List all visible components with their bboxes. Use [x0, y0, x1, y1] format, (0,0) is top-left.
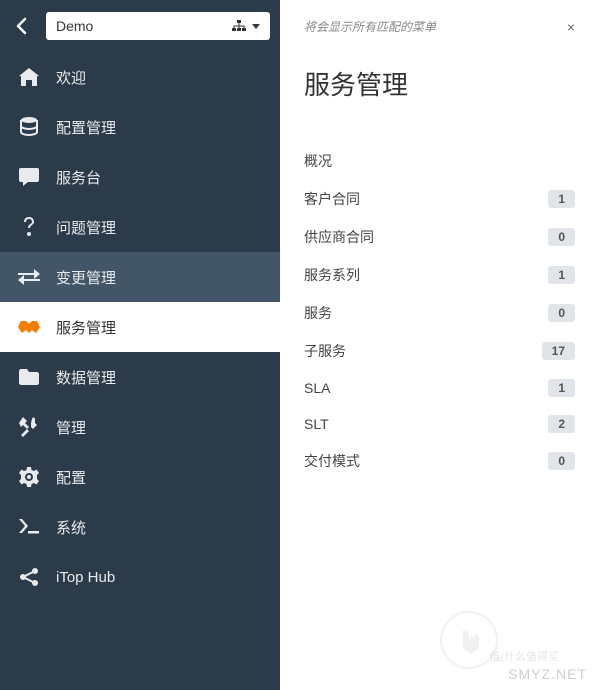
sidebar-item-label: 欢迎 — [56, 67, 86, 88]
count-badge: 1 — [548, 266, 575, 284]
link-row[interactable]: 供应商合同 0 — [304, 218, 575, 256]
count-badge: 0 — [548, 452, 575, 470]
database-icon — [18, 116, 40, 138]
sidebar-item-label: 配置管理 — [56, 117, 116, 138]
link-row[interactable]: 服务 0 — [304, 294, 575, 332]
link-label: SLA — [304, 380, 330, 396]
back-button[interactable] — [8, 12, 36, 40]
chevron-left-icon — [15, 17, 29, 35]
caret-down-icon — [252, 24, 260, 29]
link-label: 子服务 — [304, 341, 346, 361]
hierarchy-icon — [232, 20, 246, 32]
count-badge: 0 — [548, 228, 575, 246]
sidebar-menu: 欢迎配置管理服务台问题管理变更管理服务管理数据管理管理配置系统 iTop Hub — [0, 52, 280, 690]
sidebar-item-label: 服务管理 — [56, 317, 116, 338]
sidebar-item-label: 问题管理 — [56, 217, 116, 238]
link-label: 服务系列 — [304, 265, 360, 285]
count-badge: 0 — [548, 304, 575, 322]
link-row[interactable]: 子服务 17 — [304, 332, 575, 370]
link-row[interactable]: 交付模式 0 — [304, 442, 575, 480]
sidebar-item-label: 服务台 — [56, 167, 101, 188]
organization-value: Demo — [56, 18, 93, 34]
link-label: 客户合同 — [304, 189, 360, 209]
count-badge: 17 — [542, 342, 575, 360]
main-panel: 将会显示所有匹配的菜单 × 服务管理 概况客户合同 1 供应商合同 0 服务系列 1 服务 0… — [280, 0, 599, 690]
count-badge: 2 — [548, 415, 575, 433]
sidebar: Demo 欢迎配置管理服务台问题管理变更管理服务管理数据管理管理配置系统 iTop… — [0, 0, 280, 690]
count-badge: 1 — [548, 379, 575, 397]
sidebar-item-hub[interactable]: iTop Hub — [0, 552, 280, 602]
tools-icon — [18, 416, 40, 438]
sidebar-item-label: iTop Hub — [56, 569, 115, 586]
sidebar-item-label: 数据管理 — [56, 367, 116, 388]
sidebar-item-config[interactable]: 配置管理 — [0, 102, 280, 152]
terminal-icon — [18, 516, 40, 538]
link-row[interactable]: SLT 2 — [304, 406, 575, 442]
sidebar-item-service[interactable]: 服务管理 — [0, 302, 280, 352]
sidebar-item-settings[interactable]: 配置 — [0, 452, 280, 502]
watermark: SMYZ.NET — [508, 666, 587, 682]
hint-bar: 将会显示所有匹配的菜单 × — [304, 18, 575, 35]
sidebar-item-problem[interactable]: 问题管理 — [0, 202, 280, 252]
count-badge: 1 — [548, 190, 575, 208]
home-icon — [18, 66, 40, 88]
close-button[interactable]: × — [567, 19, 575, 35]
gear-icon — [18, 466, 40, 488]
chat-icon — [18, 166, 40, 188]
link-row[interactable]: 概况 — [304, 142, 575, 180]
sidebar-item-label: 变更管理 — [56, 267, 116, 288]
sidebar-item-change[interactable]: 变更管理 — [0, 252, 280, 302]
link-row[interactable]: 客户合同 1 — [304, 180, 575, 218]
sidebar-item-label: 系统 — [56, 517, 86, 538]
sidebar-item-helpdesk[interactable]: 服务台 — [0, 152, 280, 202]
watermark-sub: 值(什么值得买 — [489, 648, 559, 664]
link-row[interactable]: SLA 1 — [304, 370, 575, 406]
exchange-icon — [18, 266, 40, 288]
sidebar-header: Demo — [0, 0, 280, 52]
link-label: 交付模式 — [304, 451, 360, 471]
link-label: 供应商合同 — [304, 227, 374, 247]
folder-icon — [18, 366, 40, 388]
link-label: 服务 — [304, 303, 332, 323]
hint-text: 将会显示所有匹配的菜单 — [304, 18, 436, 35]
link-label: 概况 — [304, 151, 332, 171]
page-title: 服务管理 — [304, 65, 575, 102]
sidebar-item-data[interactable]: 数据管理 — [0, 352, 280, 402]
question-icon — [18, 216, 40, 238]
share-icon — [18, 566, 40, 588]
sidebar-item-system[interactable]: 系统 — [0, 502, 280, 552]
sidebar-item-welcome[interactable]: 欢迎 — [0, 52, 280, 102]
organization-select[interactable]: Demo — [46, 12, 270, 40]
sidebar-item-label: 配置 — [56, 467, 86, 488]
sidebar-item-admin[interactable]: 管理 — [0, 402, 280, 452]
link-label: SLT — [304, 416, 329, 432]
sidebar-item-label: 管理 — [56, 417, 86, 438]
link-list: 概况客户合同 1 供应商合同 0 服务系列 1 服务 0 子服务 17 SLA 1 SLT 2 交付模式 0 — [304, 142, 575, 480]
link-row[interactable]: 服务系列 1 — [304, 256, 575, 294]
handshake-icon — [18, 316, 40, 338]
